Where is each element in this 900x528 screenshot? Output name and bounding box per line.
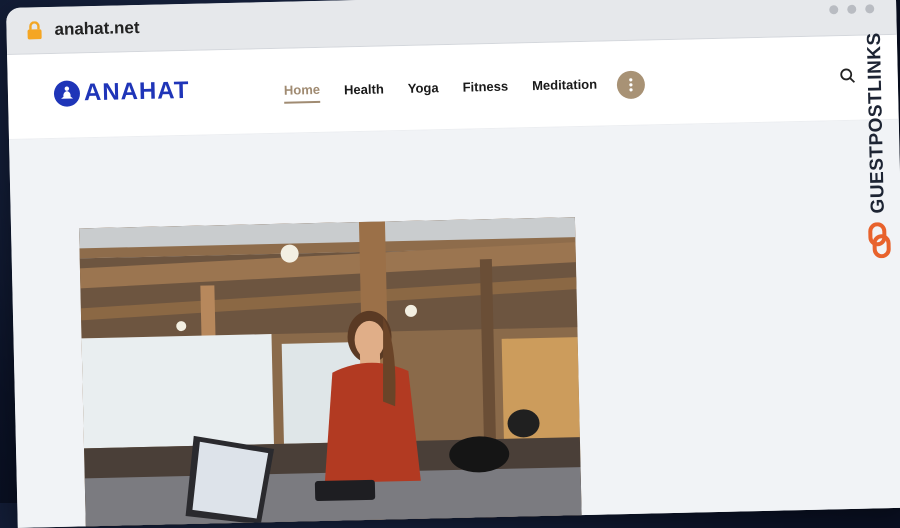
- search-icon[interactable]: [840, 68, 856, 84]
- window-dot[interactable]: [865, 4, 875, 14]
- window-controls: [829, 4, 875, 15]
- nav-item-fitness[interactable]: Fitness: [462, 78, 508, 98]
- nav-item-health[interactable]: Health: [344, 81, 384, 101]
- lock-icon: [27, 21, 42, 40]
- nav-item-meditation[interactable]: Meditation: [532, 76, 597, 96]
- main-nav: Home Health Yoga Fitness Meditation: [283, 70, 646, 107]
- watermark-badge: GUESTPOSTLINKS: [861, 32, 894, 263]
- main-content: [8, 119, 900, 528]
- nav-item-yoga[interactable]: Yoga: [408, 80, 439, 100]
- window-dot[interactable]: [847, 4, 857, 14]
- hero-image[interactable]: [79, 217, 582, 528]
- logo-text: ANAHAT: [83, 76, 190, 107]
- nav-item-home[interactable]: Home: [283, 81, 321, 104]
- link-icon: [868, 222, 891, 259]
- url-text[interactable]: anahat.net: [54, 18, 139, 40]
- site-logo[interactable]: ANAHAT: [53, 76, 190, 108]
- window-dot[interactable]: [829, 5, 839, 15]
- more-vertical-icon: [629, 78, 633, 92]
- more-menu-button[interactable]: [616, 70, 646, 100]
- browser-window: anahat.net ANAHAT Home Health Yoga Fitne…: [6, 0, 900, 528]
- meditation-logo-icon: [53, 80, 81, 107]
